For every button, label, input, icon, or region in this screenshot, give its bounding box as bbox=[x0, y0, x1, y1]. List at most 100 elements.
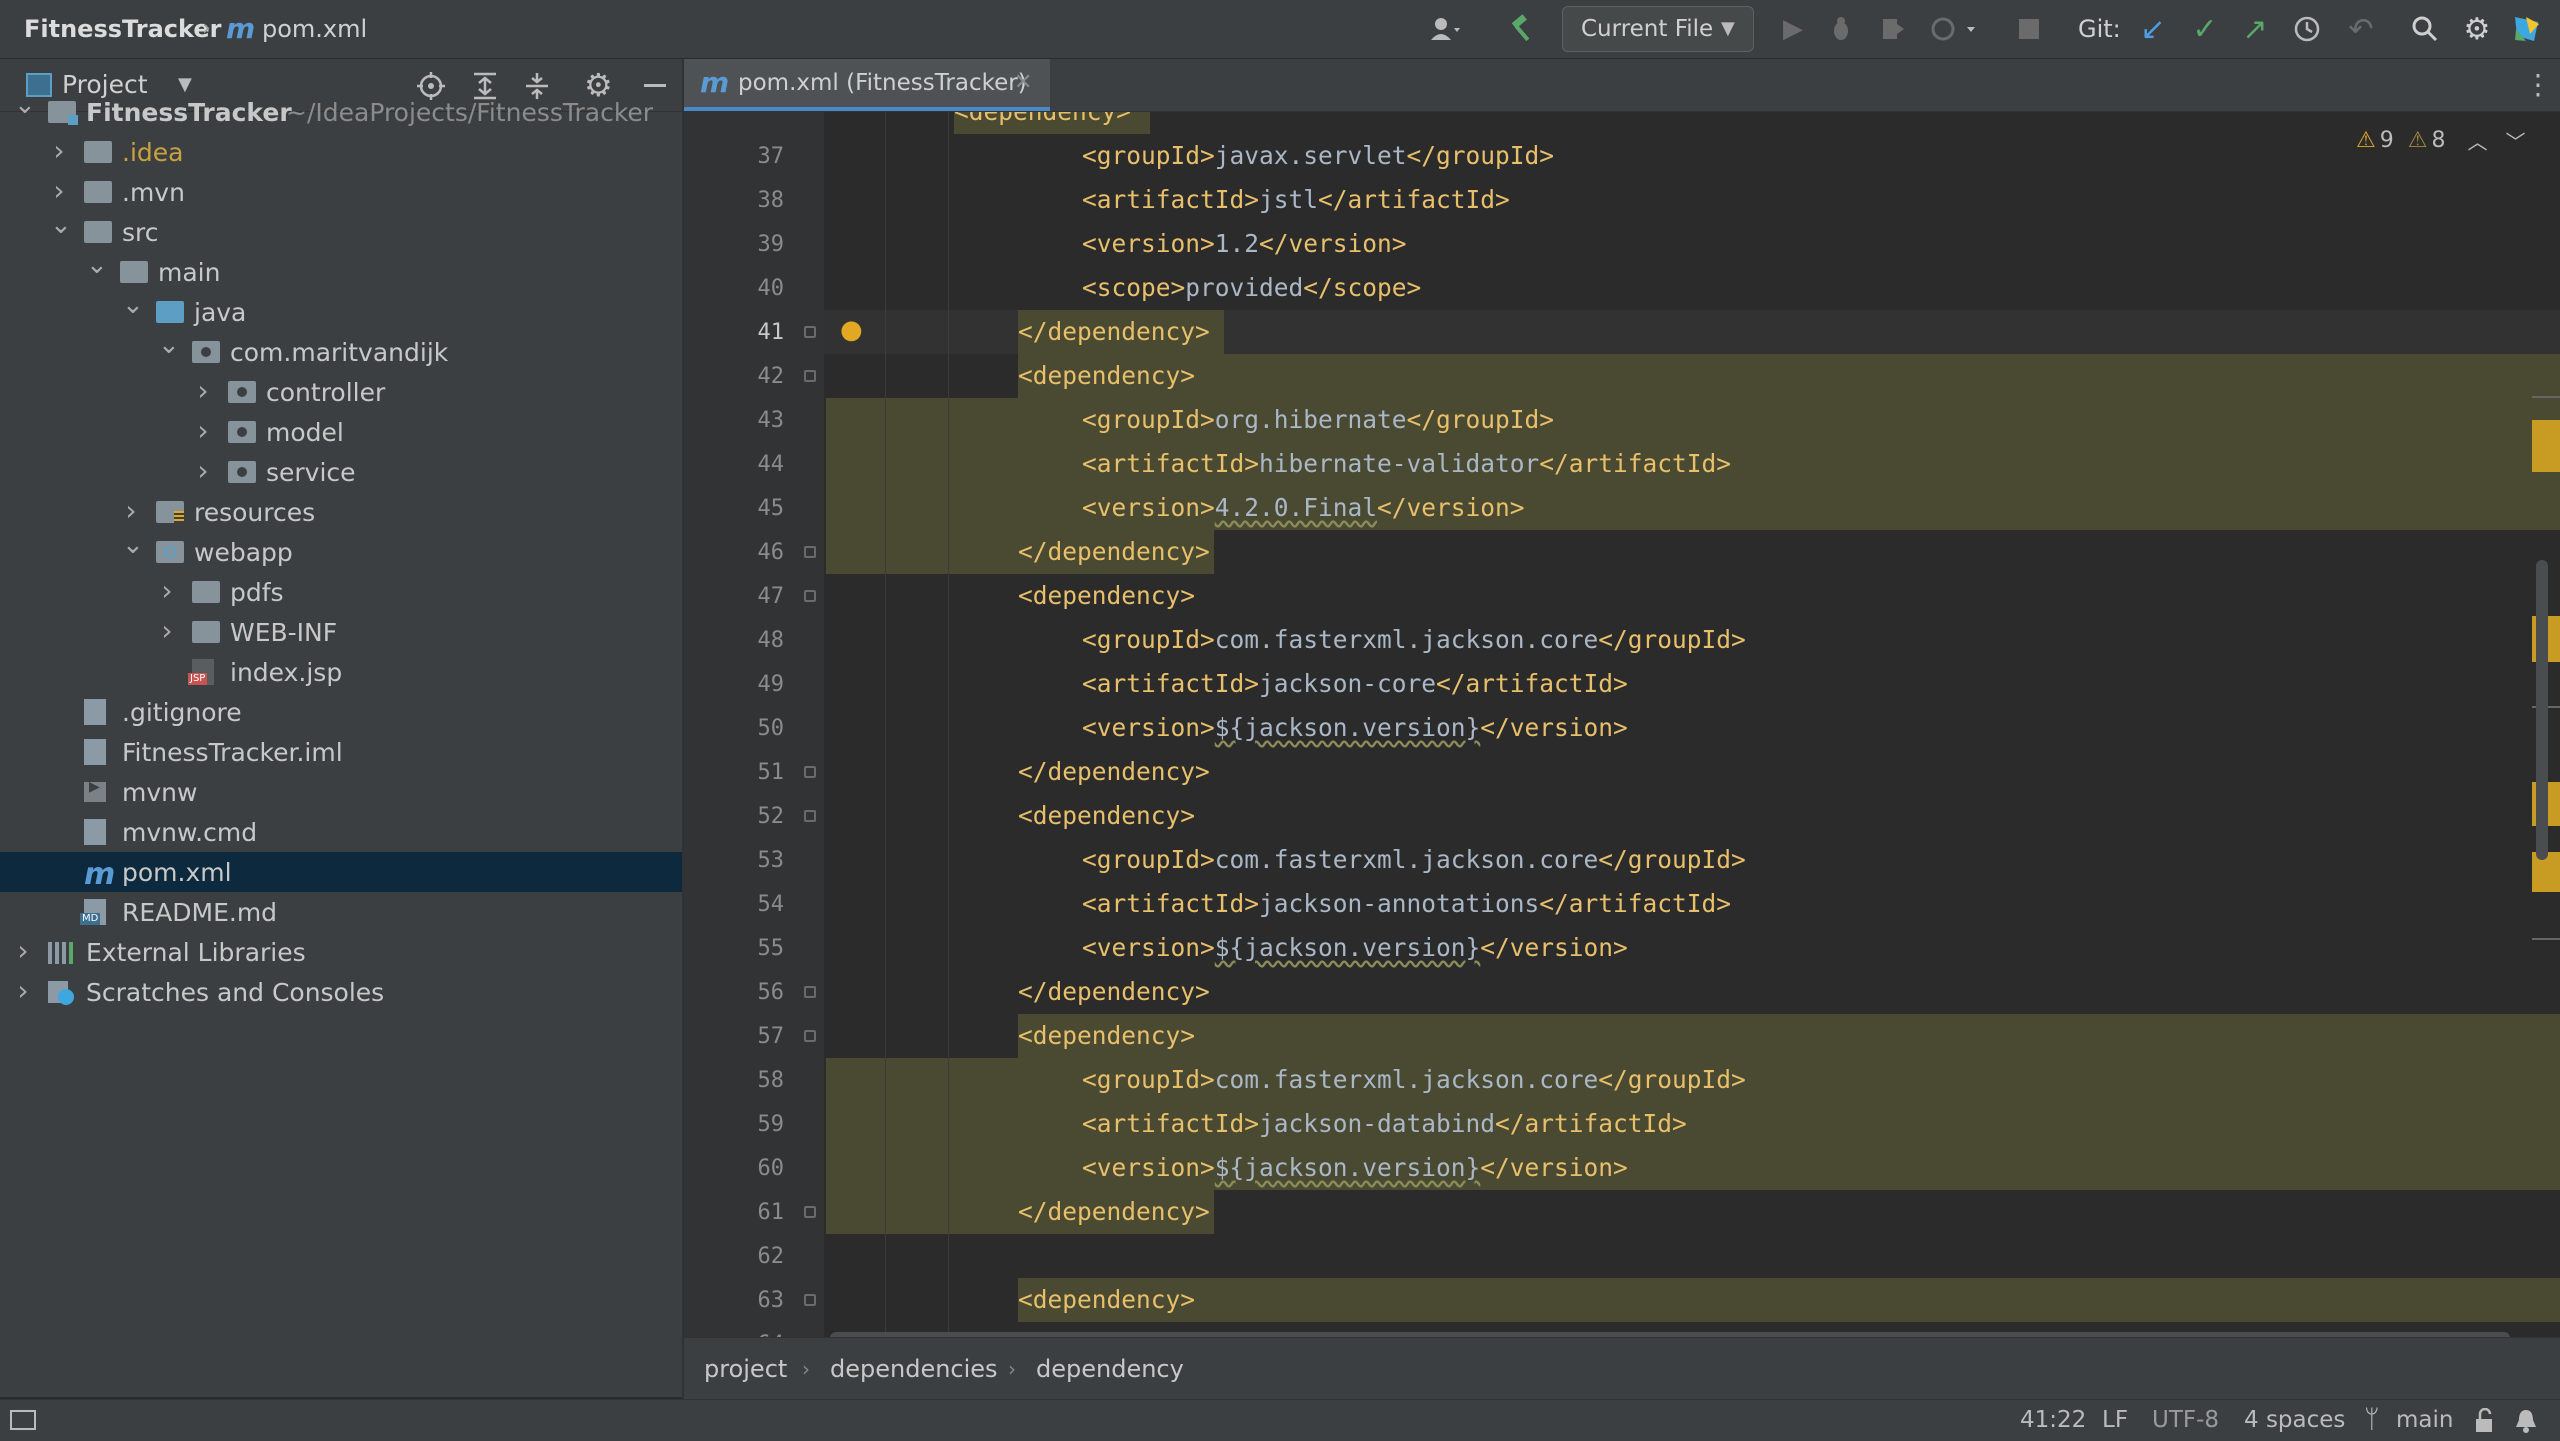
line-number[interactable]: 42 bbox=[684, 364, 785, 389]
chevron-down-icon[interactable]: ⌄ bbox=[50, 212, 72, 238]
git-rollback-icon[interactable]: ↶ bbox=[2344, 10, 2378, 48]
breadcrumb-project[interactable]: project bbox=[704, 1338, 787, 1400]
tree-item[interactable]: › model bbox=[0, 412, 682, 452]
tree-item[interactable]: ⌄ main bbox=[0, 252, 682, 292]
line-number[interactable]: 38 bbox=[684, 188, 785, 213]
chevron-right-icon[interactable]: › bbox=[122, 497, 140, 525]
tree-item[interactable]: › WEB-INF bbox=[0, 612, 682, 652]
line-number[interactable]: 39 bbox=[684, 232, 785, 257]
fold-marker-icon[interactable] bbox=[804, 986, 816, 998]
line-number[interactable]: 56 bbox=[684, 980, 785, 1005]
line-separator[interactable]: LF bbox=[2102, 1400, 2128, 1441]
next-highlight-icon[interactable]: ﹀ bbox=[2505, 126, 2525, 155]
tree-item[interactable]: ⌄ webapp bbox=[0, 532, 682, 572]
line-number[interactable]: 43 bbox=[684, 408, 785, 433]
line-number[interactable]: 63 bbox=[684, 1288, 785, 1313]
fold-marker-icon[interactable] bbox=[804, 766, 816, 778]
tree-item[interactable]: JSP index.jsp bbox=[0, 652, 682, 692]
git-push-icon[interactable]: ↗ bbox=[2238, 10, 2272, 48]
run-config-selector[interactable]: Current File ▼ bbox=[1562, 6, 1754, 52]
tree-item[interactable]: › .idea bbox=[0, 132, 682, 172]
inspection-widget[interactable]: ⚠ 9 ⚠ 8 ︿ ﹀ bbox=[2356, 120, 2525, 160]
coverage-icon[interactable] bbox=[1876, 10, 1910, 48]
editor-tab-pom[interactable]: m pom.xml (FitnessTracker) ✕ bbox=[684, 59, 1050, 111]
tree-item[interactable]: ▶ mvnw bbox=[0, 772, 682, 812]
chevron-down-icon[interactable]: ⌄ bbox=[158, 332, 180, 358]
chevron-right-icon[interactable]: › bbox=[158, 577, 176, 605]
git-commit-icon[interactable]: ✓ bbox=[2188, 10, 2222, 48]
fold-marker-icon[interactable] bbox=[804, 1030, 816, 1042]
fold-marker-icon[interactable] bbox=[804, 326, 816, 338]
tree-item[interactable]: ⌄ com.maritvandijk bbox=[0, 332, 682, 372]
more-options-icon[interactable]: ⋮ bbox=[2524, 69, 2552, 101]
indent-setting[interactable]: 4 spaces bbox=[2244, 1400, 2345, 1441]
chevron-right-icon[interactable]: › bbox=[50, 177, 68, 205]
tree-item[interactable]: › service bbox=[0, 452, 682, 492]
fold-marker-icon[interactable] bbox=[804, 590, 816, 602]
chevron-down-icon[interactable]: ⌄ bbox=[122, 292, 144, 318]
line-number[interactable]: 52 bbox=[684, 804, 785, 829]
search-icon[interactable] bbox=[2408, 10, 2442, 48]
tree-item[interactable]: › pdfs bbox=[0, 572, 682, 612]
line-number[interactable]: 46 bbox=[684, 540, 785, 565]
tree-item[interactable]: › controller bbox=[0, 372, 682, 412]
tree-item[interactable]: ⌄ src bbox=[0, 212, 682, 252]
chevron-right-icon[interactable]: › bbox=[158, 617, 176, 645]
line-number[interactable]: 54 bbox=[684, 892, 785, 917]
line-number[interactable]: 58 bbox=[684, 1068, 785, 1093]
file-encoding[interactable]: UTF-8 bbox=[2152, 1400, 2219, 1441]
tree-item[interactable]: ⌄ java bbox=[0, 292, 682, 332]
caret-position[interactable]: 41:22 bbox=[2020, 1400, 2086, 1441]
fold-marker-icon[interactable] bbox=[804, 1294, 816, 1306]
intention-lightbulb-icon[interactable]: ● bbox=[840, 310, 863, 350]
line-number[interactable]: 55 bbox=[684, 936, 785, 961]
build-hammer-icon[interactable] bbox=[1505, 10, 1541, 48]
line-number[interactable]: 50 bbox=[684, 716, 785, 741]
stop-icon[interactable] bbox=[2012, 10, 2046, 48]
debug-icon[interactable] bbox=[1824, 10, 1858, 48]
close-tab-icon[interactable]: ✕ bbox=[1014, 59, 1032, 107]
chevron-right-icon[interactable]: › bbox=[194, 457, 212, 485]
settings-gear-icon[interactable]: ⚙ bbox=[2460, 10, 2494, 48]
line-number[interactable]: 45 bbox=[684, 496, 785, 521]
tree-item[interactable]: mvnw.cmd bbox=[0, 812, 682, 852]
fold-marker-icon[interactable] bbox=[804, 1206, 816, 1218]
run-icon[interactable]: ▶ bbox=[1776, 10, 1810, 48]
line-number[interactable]: 57 bbox=[684, 1024, 785, 1049]
fold-marker-icon[interactable] bbox=[804, 810, 816, 822]
line-number[interactable]: 41 bbox=[684, 320, 785, 345]
tree-item[interactable]: › External Libraries bbox=[0, 932, 682, 972]
line-number[interactable]: 62 bbox=[684, 1244, 785, 1269]
chevron-right-icon[interactable]: › bbox=[194, 417, 212, 445]
git-history-icon[interactable] bbox=[2290, 10, 2324, 48]
line-number[interactable]: 48 bbox=[684, 628, 785, 653]
line-number[interactable]: 53 bbox=[684, 848, 785, 873]
user-profile-icon[interactable] bbox=[1418, 10, 1476, 48]
tree-item[interactable]: ⌄ FitnessTracker ~/IdeaProjects/FitnessTra… bbox=[0, 92, 682, 132]
line-number[interactable]: 49 bbox=[684, 672, 785, 697]
previous-highlight-icon[interactable]: ︿ bbox=[2467, 126, 2487, 155]
line-number[interactable]: 47 bbox=[684, 584, 785, 609]
chevron-down-icon[interactable]: ⌄ bbox=[122, 532, 144, 558]
git-update-icon[interactable]: ↙ bbox=[2136, 10, 2170, 48]
project-name[interactable]: FitnessTracker bbox=[24, 0, 221, 58]
line-number[interactable]: 44 bbox=[684, 452, 785, 477]
tree-item[interactable]: › resources bbox=[0, 492, 682, 532]
notifications-bell-icon[interactable] bbox=[2514, 1408, 2538, 1438]
chevron-right-icon[interactable]: › bbox=[194, 377, 212, 405]
tree-item[interactable]: › .mvn bbox=[0, 172, 682, 212]
toggle-tool-windows-icon[interactable] bbox=[10, 1410, 36, 1430]
fold-marker-icon[interactable] bbox=[804, 370, 816, 382]
tree-item[interactable]: .gitignore bbox=[0, 692, 682, 732]
tree-item[interactable]: MD README.md bbox=[0, 892, 682, 932]
profiler-icon[interactable] bbox=[1928, 10, 1984, 48]
ide-logo-icon[interactable] bbox=[2510, 10, 2544, 48]
tree-item[interactable]: › Scratches and Consoles bbox=[0, 972, 682, 1012]
code-editor[interactable]: <dependency> <groupId>javax.servlet</gro… bbox=[824, 112, 2560, 1337]
fold-marker-icon[interactable] bbox=[804, 546, 816, 558]
current-file-name[interactable]: pom.xml bbox=[262, 0, 367, 58]
line-number[interactable]: 59 bbox=[684, 1112, 785, 1137]
line-number[interactable]: 37 bbox=[684, 144, 785, 169]
line-number[interactable]: 40 bbox=[684, 276, 785, 301]
chevron-right-icon[interactable]: › bbox=[14, 977, 32, 1005]
